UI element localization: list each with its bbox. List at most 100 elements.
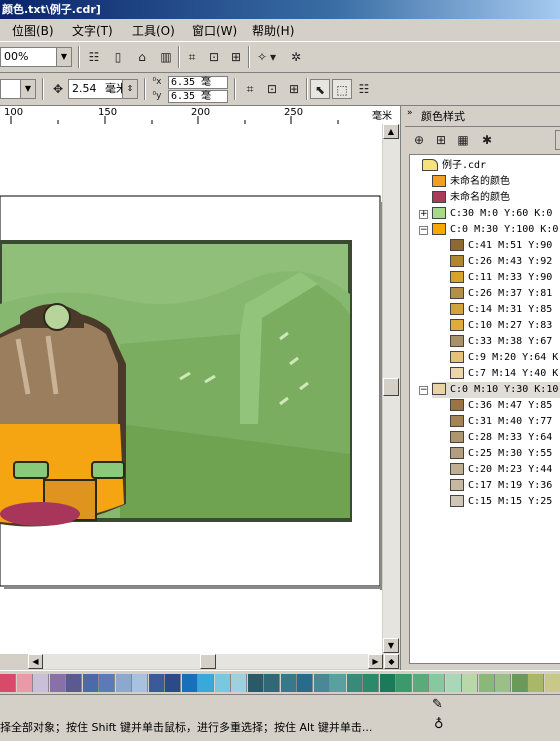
grid-icon[interactable]: ⌗ [182, 47, 202, 67]
scroll-right-arrow-icon[interactable]: ▶ [368, 654, 383, 669]
new-child-color-icon[interactable]: ⊞ [431, 130, 451, 150]
chevron-down-icon[interactable]: ▼ [20, 80, 35, 98]
palette-color-chip[interactable] [396, 674, 412, 692]
duplicate-x-field[interactable]: 6.35 毫 [168, 76, 228, 89]
palette-color-chip[interactable] [281, 674, 297, 692]
drawing-canvas[interactable] [0, 124, 382, 654]
palette-color-chip[interactable] [512, 674, 528, 692]
chevron-down-icon[interactable]: ▼ [56, 48, 71, 66]
palette-color-chip[interactable] [50, 674, 66, 692]
color-style-item[interactable]: C:0 M:30 Y:100 K:0 [432, 222, 558, 238]
palette-color-chip[interactable] [297, 674, 313, 692]
color-style-item[interactable]: C:9 M:20 Y:64 K [450, 350, 558, 366]
palette-color-chip[interactable] [528, 674, 544, 692]
collapse-icon[interactable]: − [419, 386, 428, 395]
scroll-thumb[interactable] [383, 378, 399, 396]
menu-window[interactable]: 窗口(W) [192, 22, 237, 39]
nudge-distance-field[interactable]: 2.54 毫米 ⇕ [68, 79, 138, 99]
color-style-item[interactable]: C:25 M:30 Y:55 [450, 446, 552, 462]
snap-icon[interactable]: ⊡ [204, 47, 224, 67]
palette-color-chip[interactable] [33, 674, 49, 692]
color-style-item[interactable]: C:33 M:38 Y:67 [450, 334, 552, 350]
color-style-item[interactable]: 未命名的颜色 [432, 174, 510, 190]
duplicate-y-field[interactable]: 6.35 毫 [168, 90, 228, 103]
color-style-item[interactable]: C:7 M:14 Y:40 K [450, 366, 558, 382]
color-style-item[interactable]: C:36 M:47 Y:85 [450, 398, 552, 414]
artwork-illustration[interactable] [0, 242, 350, 527]
fill-pen-icon[interactable]: ✎ [432, 697, 443, 712]
scroll-left-arrow-icon[interactable]: ◀ [28, 654, 43, 669]
page-icon[interactable]: ▯ [108, 47, 128, 67]
barcode-icon[interactable]: ▥ [156, 47, 176, 67]
scroll-down-arrow-icon[interactable]: ▼ [383, 638, 399, 653]
palette-color-chip[interactable] [83, 674, 99, 692]
palette-color-chip[interactable] [215, 674, 231, 692]
outline-pen-icon[interactable]: ♁ [434, 717, 444, 732]
edit-color-icon[interactable]: ▦ [453, 130, 473, 150]
color-style-item[interactable]: C:30 M:0 Y:60 K:0 [432, 206, 552, 222]
menu-text[interactable]: 文字(T) [72, 22, 113, 39]
color-style-item[interactable]: C:28 M:33 Y:64 [450, 430, 552, 446]
palette-color-chip[interactable] [0, 674, 16, 692]
color-style-item[interactable]: C:41 M:51 Y:90 [450, 238, 552, 254]
options-icon[interactable]: ☷ [354, 79, 374, 99]
palette-color-chip[interactable] [264, 674, 280, 692]
palette-color-chip[interactable] [149, 674, 165, 692]
menu-bitmap[interactable]: 位图(B) [12, 22, 54, 39]
new-color-style-icon[interactable]: ⊕ [409, 130, 429, 150]
color-style-item[interactable]: C:0 M:10 Y:30 K:10 [432, 382, 560, 398]
palette-color-chip[interactable] [446, 674, 462, 692]
shape-icon[interactable]: ⌂ [132, 47, 152, 67]
palette-color-chip[interactable] [248, 674, 264, 692]
palette-color-chip[interactable] [314, 674, 330, 692]
snap-grid-icon[interactable]: ⌗ [240, 79, 260, 99]
spinner-icon[interactable]: ⇕ [122, 80, 137, 98]
draw-object-icon[interactable]: ⬚ [332, 79, 352, 99]
color-style-tree[interactable]: 例子.cdr未命名的颜色未命名的颜色C:30 M:0 Y:60 K:0+C:0 … [409, 154, 560, 664]
snap-guides-icon[interactable]: ⊡ [262, 79, 282, 99]
color-style-item[interactable]: C:11 M:33 Y:90 [450, 270, 552, 286]
page-navigator-icon[interactable]: ◆ [384, 654, 399, 669]
palette-color-chip[interactable] [132, 674, 148, 692]
color-style-item[interactable]: C:14 M:31 Y:85 [450, 302, 552, 318]
zoom-level-combo[interactable]: 00% ▼ [0, 47, 72, 67]
palette-color-chip[interactable] [363, 674, 379, 692]
color-style-item[interactable]: C:20 M:23 Y:44 [450, 462, 552, 478]
color-style-item[interactable]: C:26 M:43 Y:92 [450, 254, 552, 270]
snap-objects-icon[interactable]: ⊞ [284, 79, 304, 99]
color-style-item[interactable]: C:17 M:19 Y:36 [450, 478, 552, 494]
palette-color-chip[interactable] [231, 674, 247, 692]
palette-color-chip[interactable] [99, 674, 115, 692]
treat-as-filled-icon[interactable]: ⬉ [310, 79, 330, 99]
menu-help[interactable]: 帮助(H) [252, 22, 294, 39]
chevron-down-icon[interactable]: ▾ [268, 47, 278, 67]
palette-color-chip[interactable] [347, 674, 363, 692]
palette-color-chip[interactable] [545, 674, 560, 692]
color-style-item[interactable]: C:26 M:37 Y:81 [450, 286, 552, 302]
vertical-scrollbar[interactable]: ▲ ▼ [382, 124, 400, 654]
color-style-item[interactable]: C:15 M:15 Y:25 [450, 494, 552, 510]
palette-color-chip[interactable] [495, 674, 511, 692]
effects-icon[interactable]: ✲ [286, 47, 306, 67]
palette-color-chip[interactable] [165, 674, 181, 692]
align-icon[interactable]: ☷ [84, 47, 104, 67]
palette-color-chip[interactable] [17, 674, 33, 692]
horizontal-scrollbar[interactable]: ◀ ▶ ◆ [0, 654, 400, 670]
collapse-docker-icon[interactable]: » [407, 108, 413, 118]
palette-color-chip[interactable] [330, 674, 346, 692]
menu-tools[interactable]: 工具(O) [132, 22, 175, 39]
units-combo[interactable]: ▼ [0, 79, 36, 99]
palette-color-chip[interactable] [479, 674, 495, 692]
palette-color-chip[interactable] [182, 674, 198, 692]
color-style-item[interactable]: C:10 M:27 Y:83 [450, 318, 552, 334]
palette-color-chip[interactable] [413, 674, 429, 692]
palette-color-chip[interactable] [380, 674, 396, 692]
palette-color-chip[interactable] [116, 674, 132, 692]
scroll-thumb[interactable] [200, 654, 216, 669]
palette-color-chip[interactable] [66, 674, 82, 692]
palette-color-chip[interactable] [462, 674, 478, 692]
expand-icon[interactable]: + [419, 210, 428, 219]
guides-icon[interactable]: ⊞ [226, 47, 246, 67]
palette-color-chip[interactable] [198, 674, 214, 692]
collapse-icon[interactable]: − [419, 226, 428, 235]
